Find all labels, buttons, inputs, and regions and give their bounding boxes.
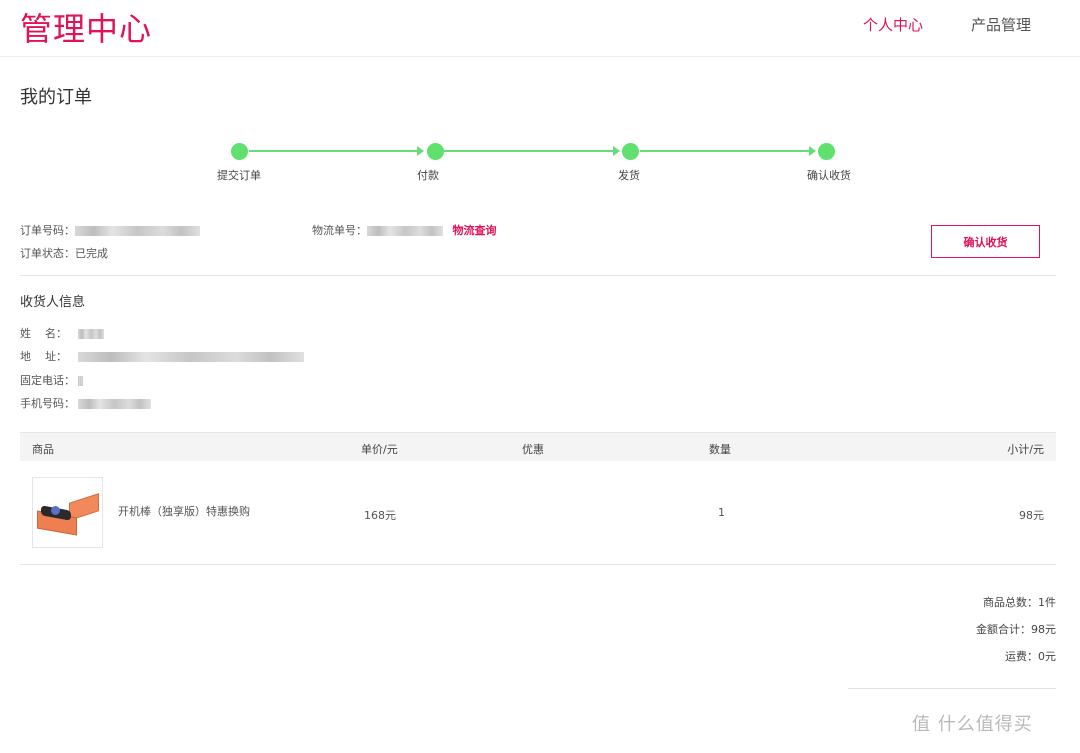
- summary-total-amount: 金额合计：98元: [976, 623, 1056, 636]
- product-image[interactable]: [32, 477, 103, 548]
- step-dot-confirm: [818, 143, 835, 160]
- table-header: 商品 单价/元 优惠 数量 小计/元: [20, 433, 1056, 461]
- step-dot-pay: [427, 143, 444, 160]
- progress-arrow: [640, 146, 816, 156]
- site-logo: 管理中心: [20, 10, 153, 48]
- col-header-product: 商品: [32, 443, 54, 456]
- divider: [20, 275, 1056, 276]
- recipient-phone-label: 固定电话：: [20, 374, 75, 387]
- order-number-row: 订单号码：: [20, 222, 200, 238]
- summary-shipping: 运费：0元: [1005, 650, 1056, 663]
- step-dot-ship: [622, 143, 639, 160]
- summary-divider: [848, 688, 1056, 689]
- col-header-quantity: 数量: [709, 443, 731, 456]
- recipient-mobile-label: 手机号码：: [20, 397, 75, 410]
- logistics-number-redacted: [367, 226, 443, 236]
- recipient-name-row: 姓 名：: [20, 325, 104, 341]
- order-number-redacted: [75, 226, 200, 236]
- col-header-discount: 优惠: [522, 443, 544, 456]
- recipient-address-label: 地 址：: [20, 350, 67, 363]
- order-status-value: 已完成: [75, 247, 108, 260]
- progress-arrow: [444, 146, 620, 156]
- recipient-name-label: 姓 名：: [20, 327, 67, 340]
- order-number-label: 订单号码：: [20, 224, 75, 237]
- divider: [20, 564, 1056, 565]
- product-quantity: 1: [718, 506, 725, 519]
- step-label-ship: 发货: [618, 169, 640, 182]
- progress-arrow: [249, 146, 424, 156]
- step-dot-submit: [231, 143, 248, 160]
- summary-total-items: 商品总数：1件: [983, 596, 1056, 609]
- recipient-phone-row: 固定电话：: [20, 372, 83, 388]
- confirm-receipt-button[interactable]: 确认收货: [931, 225, 1040, 258]
- top-header: 管理中心 个人中心 产品管理: [0, 0, 1080, 57]
- logistics-query-link[interactable]: 物流查询: [453, 224, 497, 237]
- step-label-confirm: 确认收货: [807, 169, 851, 182]
- recipient-mobile-redacted: [78, 399, 151, 409]
- col-header-price: 单价/元: [361, 443, 398, 456]
- page-title: 我的订单: [20, 87, 92, 108]
- box-item-shape: [51, 506, 60, 515]
- recipient-mobile-row: 手机号码：: [20, 395, 151, 411]
- logistics-label: 物流单号：: [312, 224, 367, 237]
- product-price: 168元: [364, 509, 396, 522]
- step-label-pay: 付款: [417, 169, 439, 182]
- order-status-row: 订单状态：已完成: [20, 245, 108, 261]
- recipient-section-title: 收货人信息: [20, 295, 86, 310]
- recipient-address-redacted: [78, 352, 304, 362]
- nav-personal-center[interactable]: 个人中心: [863, 14, 923, 35]
- logistics-row: 物流单号： 物流查询: [312, 222, 497, 238]
- col-header-subtotal: 小计/元: [1007, 443, 1044, 456]
- watermark: 值 什么值得买: [912, 714, 1033, 735]
- order-status-label: 订单状态：: [20, 247, 75, 260]
- nav-product-management[interactable]: 产品管理: [971, 14, 1031, 35]
- recipient-address-row: 地 址：: [20, 348, 304, 364]
- product-name[interactable]: 开机棒（独享版）特惠换购: [118, 503, 250, 519]
- step-label-submit: 提交订单: [217, 169, 261, 182]
- product-subtotal: 98元: [1019, 509, 1044, 522]
- recipient-phone-redacted: [78, 376, 83, 386]
- recipient-name-redacted: [78, 329, 104, 339]
